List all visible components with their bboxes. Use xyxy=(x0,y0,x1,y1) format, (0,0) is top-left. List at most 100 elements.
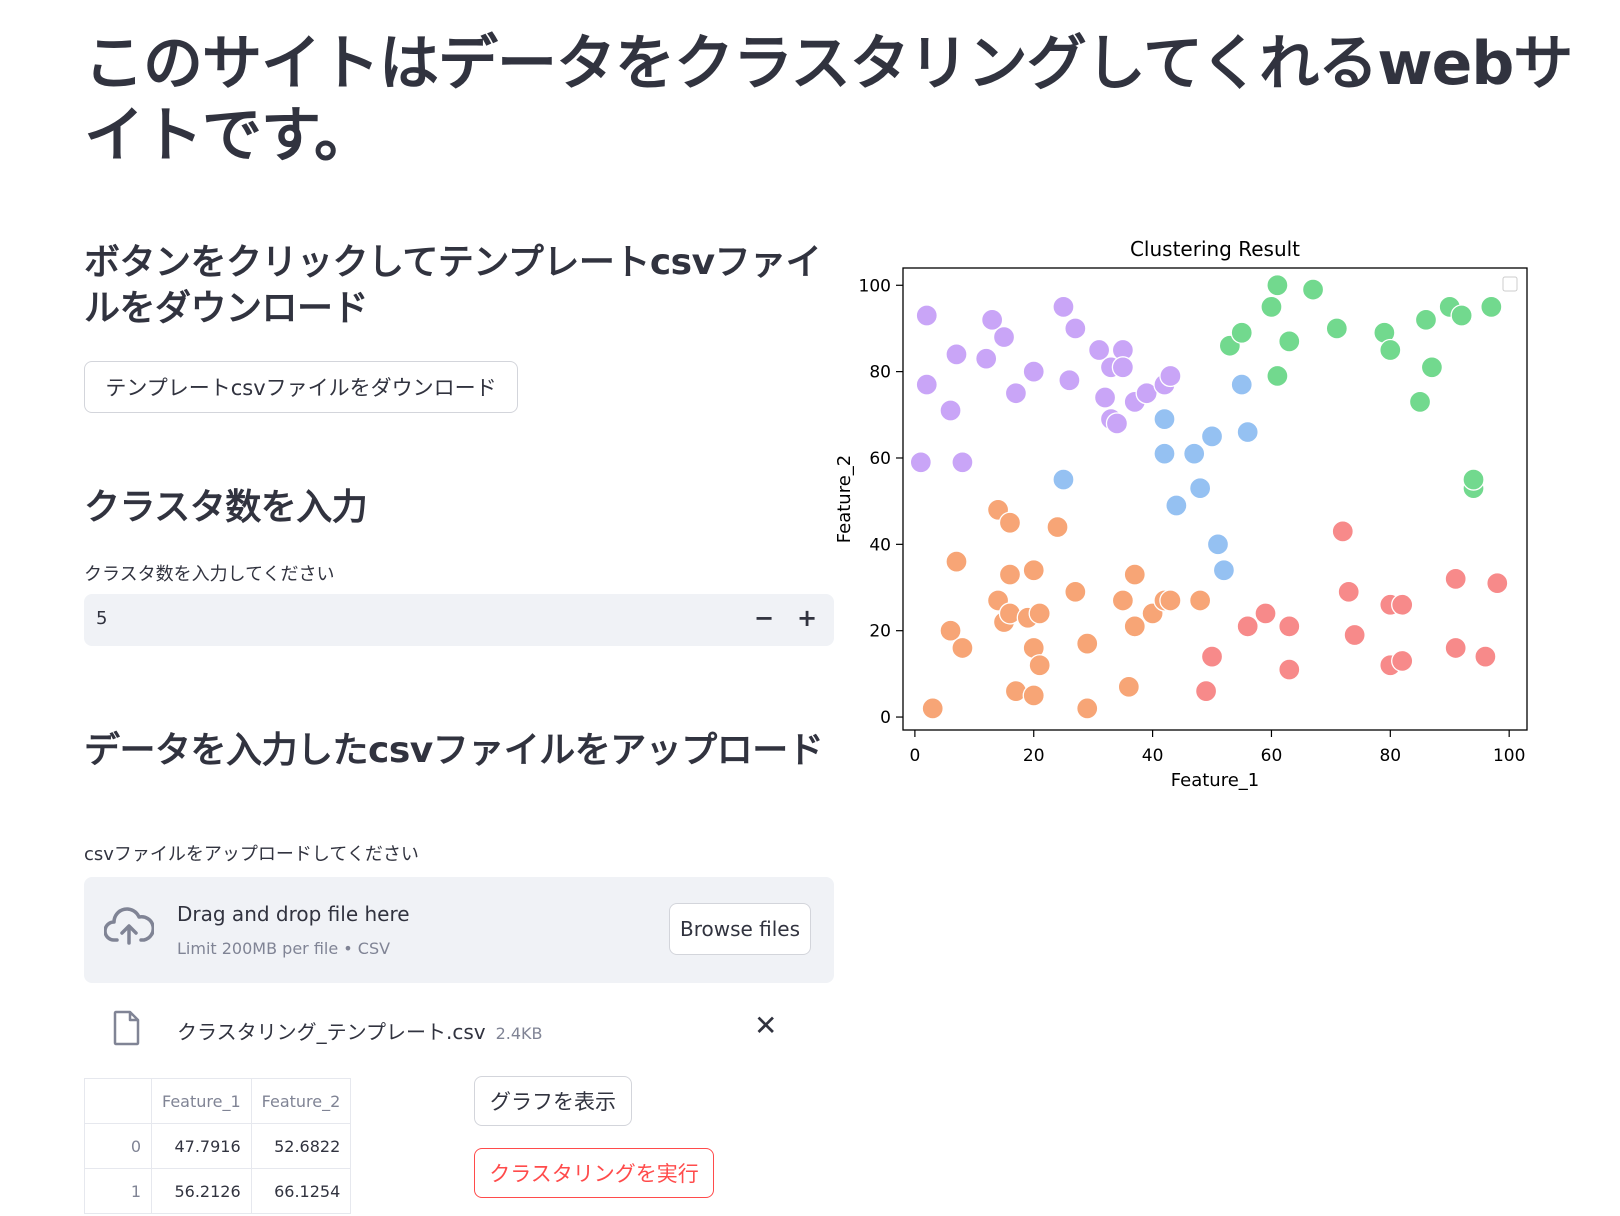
data-point-cluster-0 xyxy=(1022,360,1045,383)
dropzone-instruction: Drag and drop file here xyxy=(177,902,410,926)
data-point-cluster-0 xyxy=(1105,412,1129,435)
table-cell[interactable]: 52.6822 xyxy=(250,1123,352,1169)
cluster-count-input[interactable]: 5 − + xyxy=(84,594,834,646)
data-point-cluster-0 xyxy=(1058,369,1081,392)
data-point-cluster-2 xyxy=(1379,338,1402,362)
table-column-header[interactable]: Feature_1 xyxy=(151,1078,252,1124)
dropzone-limit: Limit 200MB per file • CSV xyxy=(177,939,391,958)
data-point-cluster-1 xyxy=(1153,442,1176,465)
file-dropzone[interactable]: Drag and drop file here Limit 200MB per … xyxy=(84,877,834,983)
download-section-header: ボタンをクリックしてテンプレートcsvファイルをダウンロード xyxy=(84,242,822,329)
data-point-cluster-0 xyxy=(915,373,938,396)
data-point-cluster-1 xyxy=(1206,533,1230,556)
data-point-cluster-4 xyxy=(1278,658,1301,681)
data-point-cluster-1 xyxy=(1165,494,1188,517)
data-point-cluster-1 xyxy=(1188,477,1212,500)
data-point-cluster-3 xyxy=(1159,589,1182,612)
data-point-cluster-0 xyxy=(945,343,968,366)
x-tick-label: 0 xyxy=(909,746,920,766)
data-point-cluster-2 xyxy=(1266,274,1289,297)
data-point-cluster-0 xyxy=(1159,364,1182,388)
data-point-cluster-2 xyxy=(1301,278,1325,301)
decrement-button[interactable]: − xyxy=(754,604,774,632)
data-point-cluster-3 xyxy=(1123,563,1146,586)
data-point-cluster-1 xyxy=(1183,442,1206,465)
table-row-index: 1 xyxy=(84,1168,152,1214)
data-point-cluster-3 xyxy=(1111,589,1135,612)
download-template-button[interactable]: テンプレートcsvファイルをダウンロード xyxy=(84,361,518,413)
table-column-header[interactable]: Feature_2 xyxy=(250,1078,352,1124)
y-tick-label: 100 xyxy=(859,276,891,296)
data-point-cluster-0 xyxy=(1111,356,1135,379)
data-point-cluster-0 xyxy=(975,347,998,370)
increment-button[interactable]: + xyxy=(797,604,817,632)
run-clustering-button[interactable]: クラスタリングを実行 xyxy=(474,1148,714,1198)
y-tick-label: 40 xyxy=(869,535,891,555)
data-point-cluster-0 xyxy=(909,451,932,474)
data-point-cluster-4 xyxy=(1337,580,1360,603)
table-cell[interactable]: 47.7916 xyxy=(151,1123,252,1169)
data-point-cluster-4 xyxy=(1391,593,1414,616)
data-point-cluster-3 xyxy=(951,636,974,660)
x-tick-label: 100 xyxy=(1493,746,1525,766)
data-point-cluster-3 xyxy=(1123,615,1146,638)
data-point-cluster-4 xyxy=(1194,679,1218,703)
table-row: 0 47.7916 52.6822 xyxy=(84,1123,352,1169)
data-point-cluster-2 xyxy=(1260,295,1283,319)
y-tick-label: 60 xyxy=(869,449,891,469)
cluster-count-label: クラスタ数を入力してください xyxy=(84,564,335,585)
data-point-cluster-2 xyxy=(1325,317,1348,340)
data-point-cluster-2 xyxy=(1420,356,1444,379)
data-point-cluster-4 xyxy=(1486,572,1509,595)
data-point-cluster-1 xyxy=(1153,407,1176,431)
left-column: ボタンをクリックしてテンプレートcsvファイルをダウンロード テンプレートcsv… xyxy=(84,240,834,1214)
upload-section-header: データを入力したcsvファイルをアップロード xyxy=(84,730,824,771)
x-tick-label: 20 xyxy=(1023,746,1045,766)
data-point-cluster-3 xyxy=(1022,559,1045,582)
data-point-cluster-0 xyxy=(951,451,974,474)
file-size: 2.4KB xyxy=(495,1024,543,1043)
x-tick-label: 60 xyxy=(1261,746,1283,766)
data-point-cluster-1 xyxy=(1236,420,1259,444)
table-row-index: 0 xyxy=(84,1123,152,1169)
table-cell[interactable]: 66.1254 xyxy=(250,1168,352,1214)
table-cell[interactable]: 56.2126 xyxy=(151,1168,252,1214)
browse-files-button[interactable]: Browse files xyxy=(669,903,811,955)
show-graph-button[interactable]: グラフを表示 xyxy=(474,1076,632,1126)
data-point-cluster-4 xyxy=(1444,567,1467,591)
data-point-cluster-2 xyxy=(1408,390,1432,414)
table-row: 1 56.2126 66.1254 xyxy=(84,1168,352,1214)
close-icon[interactable]: ✕ xyxy=(754,1012,777,1040)
table-header-row: Feature_1 Feature_2 xyxy=(84,1078,352,1124)
x-tick-label: 40 xyxy=(1142,746,1164,766)
x-tick-label: 80 xyxy=(1379,746,1401,766)
data-point-cluster-0 xyxy=(939,399,962,422)
data-table[interactable]: Feature_1 Feature_2 0 47.7916 52.6822 1 … xyxy=(84,1078,352,1214)
file-name-text: クラスタリング_テンプレート.csv xyxy=(177,1020,486,1044)
data-point-cluster-2 xyxy=(1266,364,1289,388)
data-point-cluster-3 xyxy=(945,550,968,573)
x-axis-label: Feature_1 xyxy=(1171,770,1259,791)
scatter-plot: Clustering Result 0 20 40 60 80 100 0 20 40 60 80 10… xyxy=(834,237,1528,791)
data-point-cluster-4 xyxy=(1343,623,1366,647)
y-tick-label: 80 xyxy=(869,363,891,383)
legend-box xyxy=(1502,276,1518,292)
y-axis-label: Feature_2 xyxy=(834,455,855,543)
cluster-count-value[interactable]: 5 xyxy=(96,608,107,629)
data-point-cluster-3 xyxy=(998,563,1022,586)
data-point-cluster-1 xyxy=(1212,559,1236,582)
data-point-cluster-3 xyxy=(1188,589,1212,612)
data-point-cluster-4 xyxy=(1474,645,1497,668)
clustering-chart: Clustering Result 0 20 40 60 80 100 0 20 40 60 80 10… xyxy=(830,228,1550,808)
data-point-cluster-2 xyxy=(1230,321,1253,344)
y-tick-label: 0 xyxy=(880,708,891,728)
upload-label: csvファイルをアップロードしてください xyxy=(84,844,419,865)
data-point-cluster-3 xyxy=(1076,697,1099,720)
cluster-count-header: クラスタ数を入力 xyxy=(84,487,368,528)
data-point-cluster-4 xyxy=(1391,649,1414,673)
data-point-cluster-2 xyxy=(1414,308,1438,331)
data-point-cluster-1 xyxy=(1230,373,1253,396)
data-point-cluster-0 xyxy=(1052,295,1075,319)
data-point-cluster-2 xyxy=(1480,295,1503,319)
uploaded-file-row: クラスタリング_テンプレート.csv 2.4KB ✕ xyxy=(84,1002,834,1062)
